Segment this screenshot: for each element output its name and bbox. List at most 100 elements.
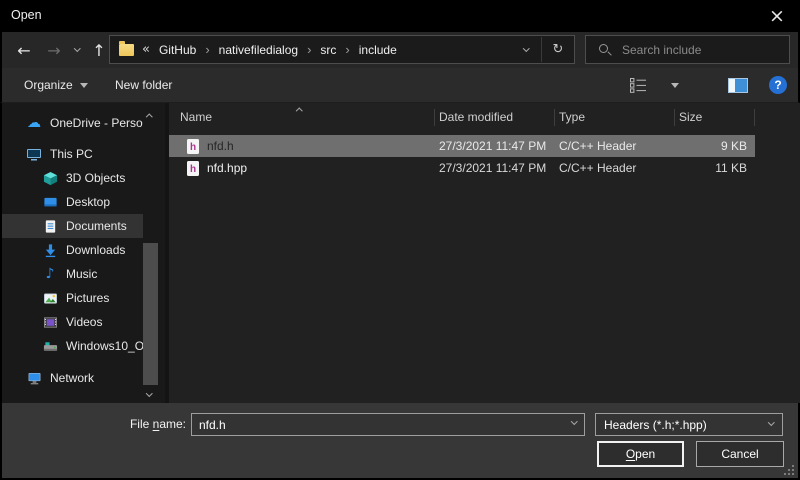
picture-icon [42, 290, 58, 306]
video-film-icon [42, 314, 58, 330]
organize-button[interactable]: Organize [24, 68, 88, 102]
sidebar-item-label: 3D Objects [66, 171, 125, 185]
search-input[interactable] [586, 36, 789, 63]
document-icon [42, 218, 58, 234]
refresh-icon[interactable]: ↻ [542, 36, 574, 63]
breadcrumb-segment-src[interactable]: src [320, 43, 336, 57]
file-size-cell: 11 KB [675, 161, 755, 175]
file-date-cell: 27/3/2021 11:47 PM [435, 161, 555, 175]
sidebar-item-label: Windows10_OS ( [66, 339, 143, 353]
sidebar-item-desktop[interactable]: Desktop [2, 190, 143, 214]
sidebar-item-music[interactable]: ♪ Music [2, 262, 143, 286]
scroll-up-icon[interactable] [146, 114, 152, 120]
previous-locations-chevron-icon[interactable] [511, 36, 541, 63]
breadcrumb-separator-icon: › [307, 42, 311, 57]
sidebar-item-label: Documents [66, 219, 127, 233]
file-name-combo [191, 413, 585, 436]
breadcrumb-separator-icon: › [345, 42, 349, 57]
column-header-row: Name Date modified Type Size [169, 103, 800, 131]
close-icon[interactable]: × [754, 0, 800, 32]
header-file-icon: h [187, 139, 199, 154]
preview-pane-icon[interactable] [728, 78, 748, 93]
sidebar-item-label: Downloads [66, 243, 125, 257]
music-note-icon: ♪ [42, 266, 58, 282]
sidebar-item-label: Network [50, 371, 94, 385]
sidebar-item-label: This PC [50, 147, 93, 161]
column-header-name[interactable]: Name [169, 103, 435, 131]
file-name-input[interactable] [191, 413, 585, 436]
navigation-bar: ← → ↑ « GitHub › nativefiledialog › src … [0, 32, 800, 68]
address-bar: « GitHub › nativefiledialog › src › incl… [109, 35, 575, 64]
sidebar-item-label: Desktop [66, 195, 110, 209]
file-type-filter-dropdown[interactable]: Headers (*.h;*.hpp) [595, 413, 783, 436]
file-row-nfd-h[interactable]: h nfd.h 27/3/2021 11:47 PM C/C++ Header … [169, 135, 755, 157]
file-name: nfd.h [207, 139, 234, 153]
breadcrumb-segment-nativefiledialog[interactable]: nativefiledialog [219, 43, 298, 57]
view-dropdown-caret-icon[interactable] [671, 83, 679, 88]
forward-icon[interactable]: → [40, 32, 68, 68]
sidebar-item-videos[interactable]: Videos [2, 310, 143, 334]
command-toolbar: Organize New folder ? [0, 68, 800, 103]
cancel-button-label: Cancel [721, 447, 758, 461]
file-type-cell: C/C++ Header [555, 161, 675, 175]
column-header-size[interactable]: Size [675, 103, 755, 131]
file-list: Name Date modified Type Size h nfd.h 27/… [169, 103, 800, 403]
breadcrumb-segment-github[interactable]: GitHub [159, 43, 196, 57]
change-view-icon[interactable] [630, 78, 647, 93]
sidebar-item-label: OneDrive - Persor [50, 116, 143, 130]
folder-icon [119, 44, 134, 56]
resize-grip[interactable] [792, 473, 794, 475]
sidebar-item-windows10-os[interactable]: Windows10_OS ( [2, 334, 143, 358]
breadcrumb-separator-icon: › [205, 42, 209, 57]
sidebar-item-3d-objects[interactable]: 3D Objects [2, 166, 143, 190]
network-icon [26, 370, 42, 386]
file-name-label: File name: [2, 413, 186, 436]
cancel-button[interactable]: Cancel [696, 441, 784, 467]
desktop-icon [42, 194, 58, 210]
open-button-label: Open [626, 447, 655, 461]
sidebar-item-this-pc[interactable]: This PC [2, 142, 143, 166]
sidebar-item-network[interactable]: Network [2, 366, 143, 390]
computer-icon [26, 146, 42, 162]
breadcrumb-segment-include[interactable]: include [359, 43, 397, 57]
recent-locations-chevron-icon[interactable] [68, 32, 86, 68]
sidebar-item-label: Videos [66, 315, 102, 329]
address-bar-controls: ↻ [511, 36, 574, 63]
breadcrumb-overflow-icon[interactable]: « [142, 42, 150, 57]
navigation-pane: ☁ OneDrive - Persor This PC 3D Objects [2, 103, 165, 403]
new-folder-label: New folder [115, 78, 172, 92]
open-button[interactable]: Open [597, 441, 684, 467]
sidebar-item-documents[interactable]: Documents [2, 214, 143, 238]
column-header-date-modified[interactable]: Date modified [435, 103, 555, 131]
organize-label: Organize [24, 78, 73, 92]
sidebar-item-label: Music [66, 267, 97, 281]
sidebar-scrollbar [142, 103, 159, 403]
file-name-cell: h nfd.h [169, 135, 435, 157]
column-header-type[interactable]: Type [555, 103, 675, 131]
help-icon[interactable]: ? [769, 76, 787, 94]
window-title: Open [11, 0, 42, 31]
file-type-filter-value: Headers (*.h;*.hpp) [604, 418, 707, 432]
back-icon[interactable]: ← [10, 32, 38, 68]
file-name: nfd.hpp [207, 161, 247, 175]
disk-drive-icon [42, 338, 58, 354]
sidebar-item-pictures[interactable]: Pictures [2, 286, 143, 310]
file-type-cell: C/C++ Header [555, 139, 675, 153]
scroll-down-icon[interactable] [146, 390, 152, 396]
sidebar-item-label: Pictures [66, 291, 109, 305]
scrollbar-thumb[interactable] [143, 243, 158, 385]
file-row-nfd-hpp[interactable]: h nfd.hpp 27/3/2021 11:47 PM C/C++ Heade… [169, 157, 755, 179]
sidebar-item-onedrive[interactable]: ☁ OneDrive - Persor [2, 111, 143, 135]
dialog-content: ☁ OneDrive - Persor This PC 3D Objects [0, 103, 800, 403]
dialog-footer: File name: Headers (*.h;*.hpp) Open Canc… [0, 403, 800, 478]
header-file-icon: h [187, 161, 199, 176]
new-folder-button[interactable]: New folder [115, 68, 172, 102]
chevron-down-icon [768, 419, 774, 425]
file-size-cell: 9 KB [675, 139, 755, 153]
dropdown-caret-icon [80, 83, 88, 88]
open-dialog-window: Open × ← → ↑ « GitHub › nativefiledialog… [0, 0, 800, 480]
sidebar-item-downloads[interactable]: Downloads [2, 238, 143, 262]
file-name-cell: h nfd.hpp [169, 157, 435, 179]
onedrive-cloud-icon: ☁ [26, 115, 42, 131]
file-rows: h nfd.h 27/3/2021 11:47 PM C/C++ Header … [169, 135, 800, 179]
